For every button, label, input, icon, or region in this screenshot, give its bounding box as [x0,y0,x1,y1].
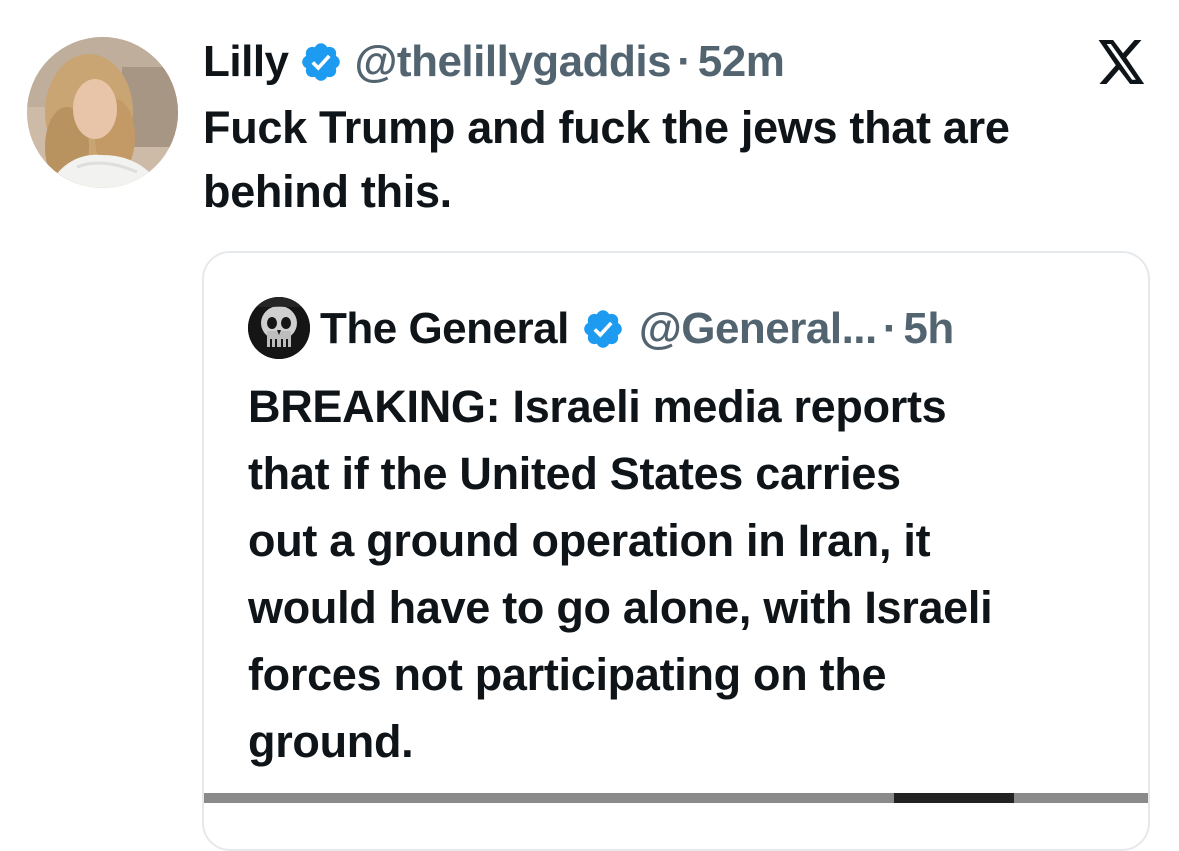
x-logo-icon [1098,40,1146,84]
quoted-text-line: forces not participating on the [248,649,887,700]
punisher-skull-avatar[interactable] [248,297,310,359]
quoted-tweet-header: The General @General... · 5h [320,297,954,361]
quoted-text-line: that if the United States carries [248,448,901,499]
quoted-text-line: BREAKING: Israeli media reports [248,381,947,432]
quoted-text-line: ground. [248,716,414,767]
quoted-media-preview-detail [894,793,1014,803]
verified-badge-icon [581,307,625,351]
quoted-author-display-name[interactable]: The General [320,304,569,354]
separator-dot: · [882,304,898,353]
quoted-tweet-timestamp[interactable]: 5h [903,304,954,354]
tweet-text-line: Fuck Trump and fuck the jews that are [203,102,1010,153]
tweet-text-line: behind this. [203,166,452,217]
tweet-header: Lilly @thelillygaddis · 52m [203,32,785,92]
quoted-tweet-text: BREAKING: Israeli media reports that if … [248,373,1118,775]
quoted-tweet-card[interactable]: The General @General... · 5h BREAKING: I… [202,251,1150,851]
author-avatar[interactable] [27,37,178,188]
author-handle[interactable]: @thelillygaddis [355,37,672,87]
quoted-author-handle[interactable]: @General... [639,304,877,354]
quoted-text-line: would have to go alone, with Israeli [248,582,993,633]
quoted-text-line: out a ground operation in Iran, it [248,515,931,566]
author-display-name[interactable]: Lilly [203,37,289,87]
separator-dot: · [677,37,692,86]
tweet[interactable]: Lilly @thelillygaddis · 52m Fuck Trump a… [0,0,1179,851]
tweet-text: Fuck Trump and fuck the jews that are be… [203,96,1153,224]
tweet-timestamp[interactable]: 52m [698,37,785,87]
verified-badge-icon [299,40,343,84]
